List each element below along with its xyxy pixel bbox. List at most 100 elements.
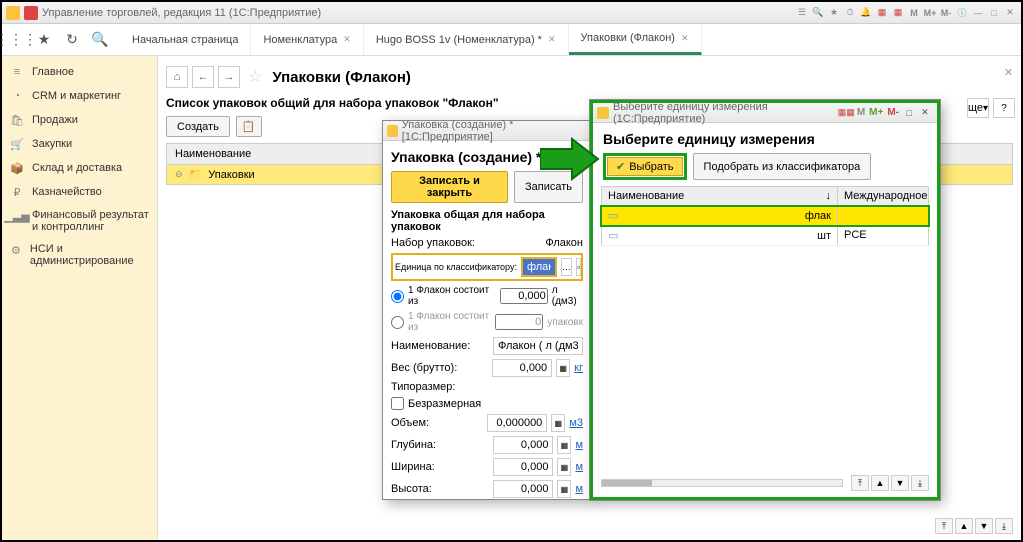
home-button[interactable]: ⌂ — [166, 66, 188, 88]
tab-close-icon[interactable]: ✕ — [343, 34, 351, 45]
m-plus-button[interactable]: M+ — [923, 6, 937, 20]
form-row-height: Высота: ▦ м — [391, 480, 583, 498]
calc-button[interactable]: ▦ — [551, 414, 565, 432]
sys-icon[interactable]: ▦ — [875, 6, 889, 20]
sys-icon[interactable]: ★ — [827, 6, 841, 20]
width-input[interactable] — [493, 458, 553, 476]
radio2-value[interactable] — [495, 314, 543, 330]
form-row-size: Типоразмер: — [391, 381, 583, 393]
sidebar-item-sales[interactable]: 🛍Продажи — [2, 108, 157, 132]
sys-icon[interactable]: 🔍 — [811, 6, 825, 20]
tab-nomenclature[interactable]: Номенклатура✕ — [251, 24, 363, 55]
sys-icon[interactable]: ▦ — [891, 6, 905, 20]
volume-input[interactable] — [487, 414, 547, 432]
sys-icon[interactable]: ⓘ — [955, 6, 969, 20]
more-button[interactable]: ще ▾ — [967, 98, 989, 118]
height-unit[interactable]: м — [575, 483, 583, 495]
close-icon[interactable]: ✕ — [1004, 66, 1013, 79]
scrollbar[interactable] — [601, 479, 843, 487]
radio-1[interactable] — [391, 290, 404, 303]
m-plus-button[interactable]: M+ — [867, 107, 885, 118]
calc-button[interactable]: ▦ — [557, 458, 571, 476]
bezrazm-checkbox[interactable] — [391, 397, 404, 410]
expand-icon[interactable]: ⊖ — [175, 169, 183, 180]
radio-2[interactable] — [391, 316, 404, 329]
col-name[interactable]: Наименование↓ — [602, 187, 838, 205]
tab-hugo[interactable]: Hugo BOSS 1v (Номенклатура) *✕ — [364, 24, 569, 55]
sys-icon[interactable]: 🔔 — [859, 6, 873, 20]
tab-start[interactable]: Начальная страница — [120, 24, 251, 55]
depth-input[interactable] — [493, 436, 553, 454]
nav-up[interactable]: ▲ — [955, 518, 973, 534]
pie-icon: ◔ — [10, 89, 24, 103]
item-icon: ▭ — [608, 209, 618, 222]
sys-icon[interactable]: ☰ — [795, 6, 809, 20]
nav-last[interactable]: ⤓ — [995, 518, 1013, 534]
classifier-input[interactable] — [521, 257, 557, 277]
weight-unit[interactable]: кг — [574, 362, 583, 374]
maximize-button[interactable]: □ — [901, 106, 917, 120]
back-button[interactable]: ← — [192, 66, 214, 88]
class-label: Единица по классификатору: — [395, 262, 517, 272]
open-button[interactable]: ▫ — [576, 258, 581, 276]
select-button[interactable]: ✔ Выбрать — [607, 157, 683, 176]
nav-down[interactable]: ▼ — [975, 518, 993, 534]
copy-button[interactable]: 📋 — [236, 116, 262, 137]
depth-unit[interactable]: м — [575, 439, 583, 451]
tab-close-icon[interactable]: ✕ — [681, 33, 689, 44]
close-button[interactable]: ✕ — [1003, 6, 1017, 20]
sidebar-item-warehouse[interactable]: 📦Склад и доставка — [2, 156, 157, 180]
width-unit[interactable]: м — [575, 461, 583, 473]
search-icon[interactable]: 🔍 — [86, 26, 114, 54]
close-button[interactable]: ✕ — [917, 106, 933, 120]
sys-icon[interactable]: ▦ — [846, 107, 855, 118]
radio1-value[interactable] — [500, 288, 548, 304]
calc-button[interactable]: ▦ — [556, 359, 570, 377]
nav-first[interactable]: ⤒ — [851, 475, 869, 491]
calc-button[interactable]: ▦ — [557, 480, 571, 498]
col-intl[interactable]: Международное — [838, 187, 928, 205]
m-minus-button[interactable]: M- — [885, 107, 901, 118]
create-button[interactable]: Создать — [166, 116, 230, 137]
dots-button[interactable]: … — [561, 258, 572, 276]
sidebar-item-admin[interactable]: ⚙НСИ и администрирование — [2, 238, 157, 272]
volume-unit[interactable]: м3 — [569, 417, 583, 429]
dialog-titlebar[interactable]: Выберите единицу измерения (1С:Предприят… — [593, 103, 937, 123]
sidebar-item-crm[interactable]: ◔CRM и маркетинг — [2, 84, 157, 108]
favorite-icon[interactable]: ☆ — [248, 67, 262, 87]
m-button[interactable]: M — [855, 107, 867, 118]
scroll-thumb[interactable] — [602, 480, 652, 486]
name-input[interactable] — [493, 337, 583, 355]
sidebar-item-purchases[interactable]: 🛒Закупки — [2, 132, 157, 156]
minimize-button[interactable]: — — [971, 6, 985, 20]
grid-row[interactable]: ▭шт PCE — [601, 226, 929, 246]
m-button[interactable]: M — [907, 6, 921, 20]
sys-icon[interactable]: ⏱ — [843, 6, 857, 20]
weight-input[interactable] — [492, 359, 552, 377]
content-header: ⌂ ← → ☆ Упаковки (Флакон) — [158, 56, 1021, 96]
help-button[interactable]: ? — [993, 98, 1015, 118]
forward-button[interactable]: → — [218, 66, 240, 88]
grid-icon[interactable]: ⋮⋮⋮ — [2, 26, 30, 54]
m-minus-button[interactable]: M- — [939, 6, 953, 20]
calc-button[interactable]: ▦ — [557, 436, 571, 454]
classifier-button[interactable]: Подобрать из классификатора — [693, 153, 872, 180]
nav-down[interactable]: ▼ — [891, 475, 909, 491]
save-close-button[interactable]: Записать и закрыть — [391, 171, 508, 203]
star-icon[interactable]: ★ — [30, 26, 58, 54]
set-label: Набор упаковок: — [391, 237, 475, 249]
tab-packaging[interactable]: Упаковки (Флакон)✕ — [569, 24, 702, 55]
tab-close-icon[interactable]: ✕ — [548, 34, 556, 45]
maximize-button[interactable]: □ — [987, 6, 1001, 20]
item-icon: ▭ — [608, 229, 618, 242]
nav-last[interactable]: ⤓ — [911, 475, 929, 491]
height-input[interactable] — [493, 480, 553, 498]
sidebar-item-main[interactable]: ≡Главное — [2, 60, 157, 84]
sidebar-item-finance[interactable]: ▁▃▅Финансовый результат и контроллинг — [2, 204, 157, 238]
nav-up[interactable]: ▲ — [871, 475, 889, 491]
nav-first[interactable]: ⤒ — [935, 518, 953, 534]
sys-icon[interactable]: ▦ — [838, 107, 847, 118]
history-icon[interactable]: ↻ — [58, 26, 86, 54]
grid-row[interactable]: ▭флак — [601, 206, 929, 226]
sidebar-item-treasury[interactable]: ₽Казначейство — [2, 180, 157, 204]
